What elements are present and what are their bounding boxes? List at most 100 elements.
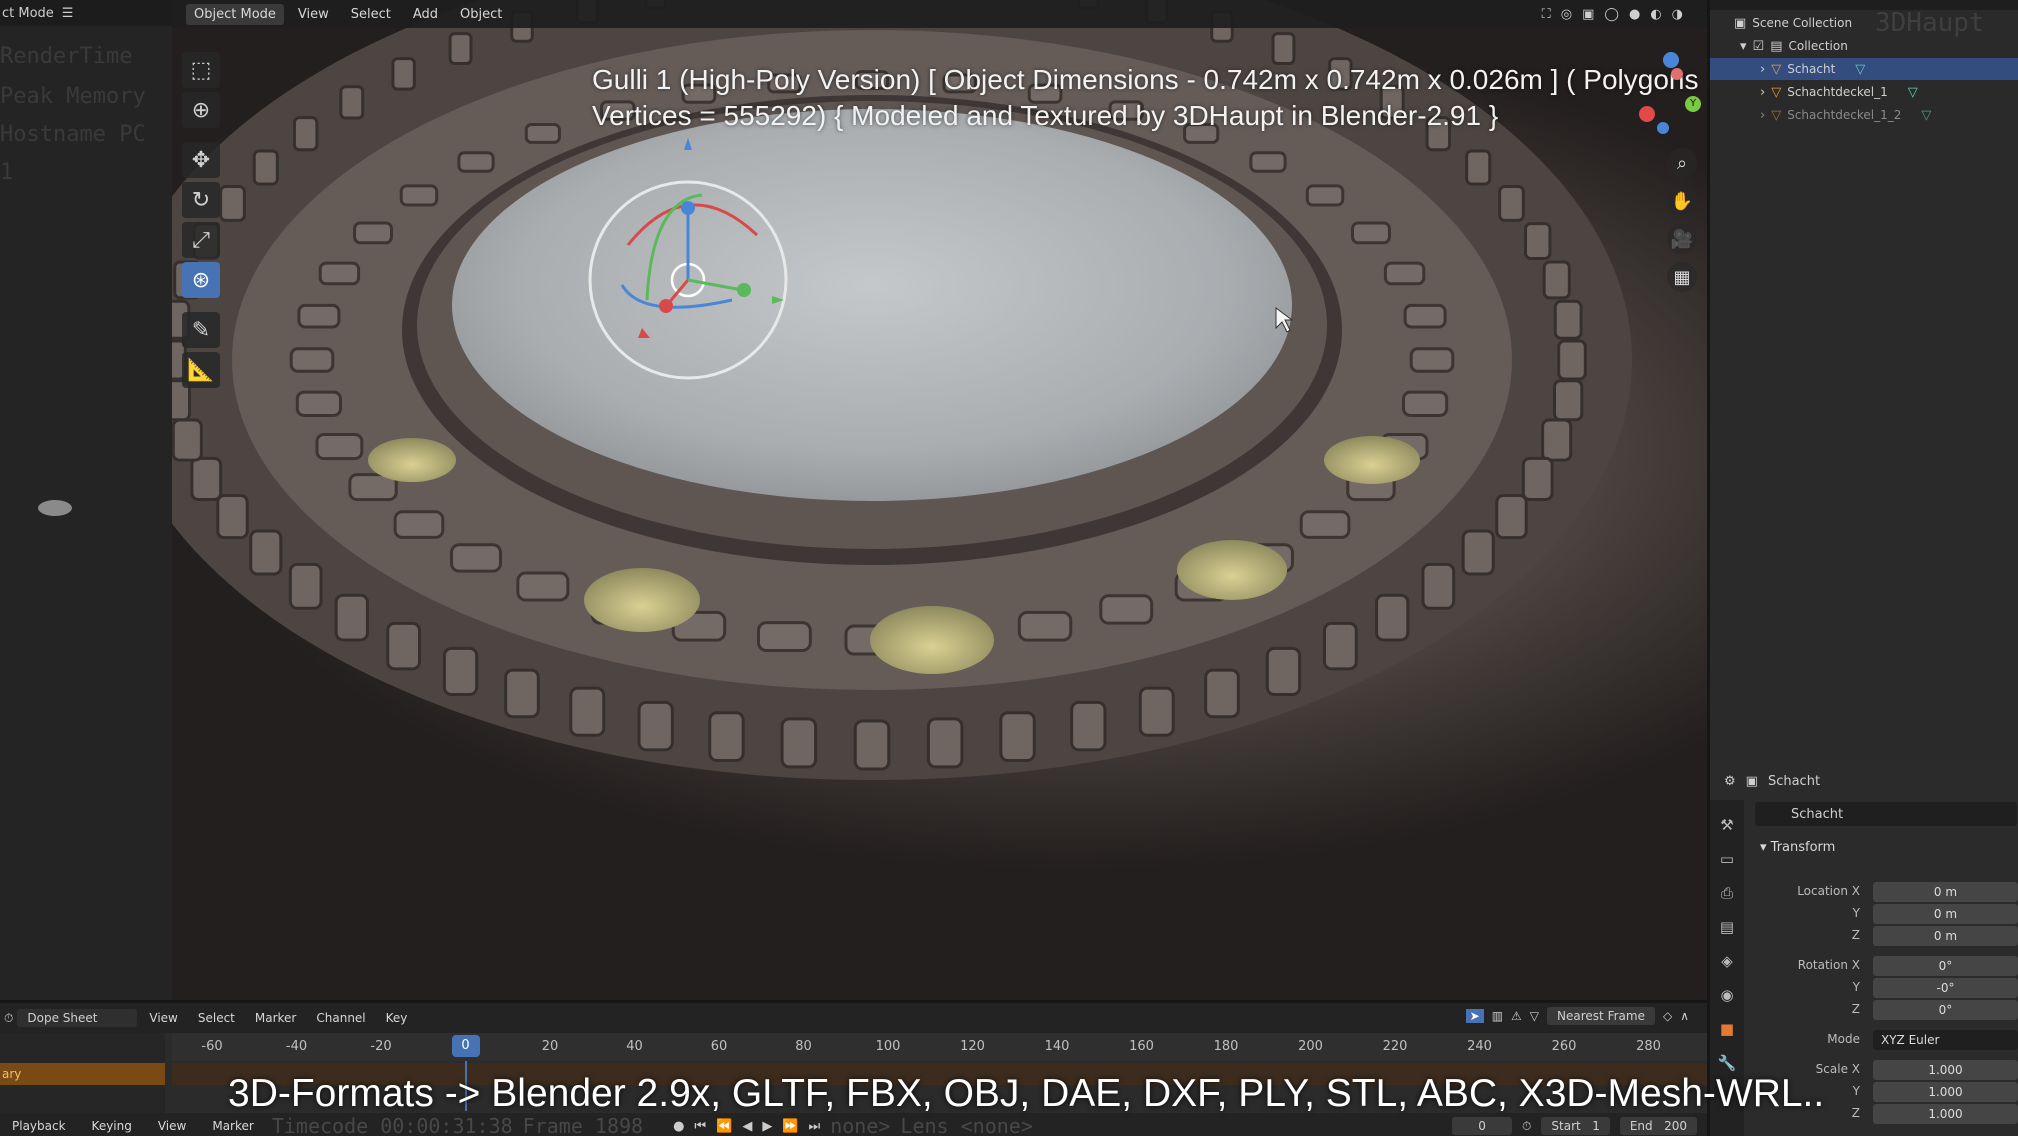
scene-tab-icon[interactable]: ◈ — [1716, 950, 1738, 972]
checkbox-icon[interactable]: ☑ — [1753, 39, 1765, 54]
modifier-tab-icon[interactable]: 🔧 — [1716, 1052, 1738, 1074]
wireframe-shading-icon[interactable]: ◯ — [1604, 7, 1619, 22]
tl-channel-menu[interactable]: Channel — [308, 1008, 373, 1028]
rim-rib — [1521, 456, 1554, 502]
footer-view-menu[interactable]: View — [150, 1116, 194, 1136]
keying-menu[interactable]: Keying — [84, 1116, 140, 1136]
errors-toggle-icon[interactable]: ⚠ — [1511, 1009, 1522, 1023]
scale-z-field[interactable]: 1.000 — [1873, 1104, 2018, 1124]
zoom-icon[interactable]: ⌕ — [1667, 148, 1697, 178]
jump-end-icon[interactable]: ⏭ — [809, 1119, 821, 1134]
only-selected-icon[interactable]: ➤ — [1465, 1009, 1484, 1023]
outliner-row-collection[interactable]: ▾ ☑ ▤ Collection — [1710, 35, 2018, 57]
snap-mode-dropdown[interactable]: Nearest Frame — [1547, 1007, 1655, 1025]
dope-sheet-mode-dropdown[interactable]: Dope Sheet — [17, 1009, 138, 1027]
navigation-gizmo[interactable]: Y — [1627, 52, 1707, 142]
object-mode-dropdown[interactable]: Object Mode — [186, 3, 284, 25]
record-icon[interactable]: ● — [673, 1119, 684, 1134]
dope-sheet-editor-icon[interactable]: ⏱ — [4, 1011, 13, 1026]
rotation-mode-dropdown[interactable]: XYZ Euler — [1873, 1030, 2018, 1050]
object-tab-icon[interactable]: ■ — [1716, 1018, 1738, 1040]
location-x-field[interactable]: 0 m — [1873, 882, 2018, 902]
jump-start-icon[interactable]: ⏮ — [694, 1119, 706, 1134]
rim-rib — [1421, 562, 1456, 610]
object-name-field[interactable]: Schacht — [1755, 802, 2017, 826]
select-box-tool-icon[interactable]: ⬚ — [182, 52, 220, 88]
hidden-toggle-icon[interactable]: ▥ — [1492, 1009, 1503, 1023]
frame-tick-label: -60 — [201, 1039, 223, 1054]
render-tab-icon[interactable]: ▭ — [1716, 848, 1738, 870]
hamburger-menu-icon[interactable]: ☰ — [62, 6, 74, 21]
add-menu[interactable]: Add — [405, 4, 446, 25]
formats-caption: 3D-Formats -> Blender 2.9x, GLTF, FBX, O… — [228, 1072, 1825, 1115]
frame-ruler[interactable]: -60 -40 -20 0 20 40 60 80 100 120 140 160 180 200 220 2… — [172, 1033, 1707, 1061]
location-z-field[interactable]: 0 m — [1873, 926, 2018, 946]
rendered-shading-icon[interactable]: ◑ — [1672, 7, 1683, 22]
pan-hand-icon[interactable]: ✋ — [1667, 186, 1697, 216]
solid-shading-icon[interactable]: ● — [1629, 7, 1640, 22]
gizmo-toggle-icon[interactable]: ⛶ — [1542, 7, 1551, 22]
overlay-toggle-icon[interactable]: ◎ — [1561, 7, 1572, 22]
current-frame-indicator[interactable]: 0 — [451, 1035, 480, 1057]
location-y-field[interactable]: 0 m — [1873, 904, 2018, 924]
falloff-icon[interactable]: ∧ — [1680, 1009, 1689, 1023]
tl-view-menu[interactable]: View — [141, 1008, 185, 1028]
scale-x-field[interactable]: 1.000 — [1873, 1060, 2018, 1080]
rotation-z-field[interactable]: 0° — [1873, 1000, 2018, 1020]
end-frame-field[interactable]: End 200 — [1619, 1117, 1697, 1135]
select-menu[interactable]: Select — [343, 4, 399, 25]
move-tool-icon[interactable]: ✥ — [182, 142, 220, 178]
properties-editor-icon[interactable]: ⚙ — [1724, 774, 1736, 789]
y-axis-dot[interactable]: Y — [1685, 96, 1701, 112]
neg-z-axis-dot[interactable] — [1657, 122, 1669, 134]
rotation-y-field[interactable]: -0° — [1873, 978, 2018, 998]
view-menu[interactable]: View — [290, 4, 337, 25]
outliner-row-schachtdeckel-1-2[interactable]: › ▽ Schachtdeckel_1_2 ▽ — [1710, 104, 2018, 126]
stopwatch-icon[interactable]: ⏱ — [1522, 1119, 1531, 1134]
scale-y-field[interactable]: 1.000 — [1873, 1082, 2018, 1102]
summary-channel[interactable]: ary — [0, 1063, 165, 1085]
camera-view-icon[interactable]: 🎥 — [1667, 224, 1697, 254]
x-axis-dot[interactable] — [1639, 106, 1655, 122]
scale-tool-icon[interactable]: ⤢ — [182, 222, 220, 258]
z-axis-dot[interactable] — [1663, 52, 1679, 68]
output-tab-icon[interactable]: ⎙ — [1716, 882, 1738, 904]
current-frame-field[interactable]: 0 — [1452, 1117, 1513, 1135]
footer-marker-menu[interactable]: Marker — [204, 1116, 261, 1136]
next-key-icon[interactable]: ⏩ — [782, 1119, 798, 1134]
cover-bump — [450, 543, 502, 573]
rotate-tool-icon[interactable]: ↻ — [182, 182, 220, 218]
outliner-row-schacht[interactable]: › ▽ Schacht ▽ — [1710, 58, 2018, 80]
proportional-edit-icon[interactable]: ◇ — [1663, 1009, 1672, 1023]
transform-tool-icon[interactable]: ⊛ — [182, 262, 220, 298]
3d-viewport[interactable]: Object Mode View Select Add Object ⛶ ◎ ▣… — [172, 0, 1707, 1000]
prev-key-icon[interactable]: ⏪ — [716, 1119, 732, 1134]
start-frame-field[interactable]: Start 1 — [1541, 1117, 1610, 1135]
transform-section-title[interactable]: ▾ Transform — [1760, 840, 1835, 855]
ortho-grid-icon[interactable]: ▦ — [1667, 262, 1697, 292]
tool-tab-icon[interactable]: ⚒ — [1716, 814, 1738, 836]
object-menu[interactable]: Object — [452, 4, 510, 25]
left-panel-header: ct Mode ☰ — [0, 0, 172, 26]
world-tab-icon[interactable]: ◉ — [1716, 984, 1738, 1006]
annotate-tool-icon[interactable]: ✎ — [182, 312, 220, 348]
cover-bump — [289, 347, 335, 373]
outliner-row-schachtdeckel-1[interactable]: › ▽ Schachtdeckel_1 ▽ — [1710, 81, 2018, 103]
filter-icon[interactable]: ▽ — [1530, 1009, 1539, 1023]
playback-menu[interactable]: Playback — [4, 1116, 74, 1136]
cursor-tool-icon[interactable]: ⊕ — [182, 92, 220, 128]
play-reverse-icon[interactable]: ◀ — [742, 1119, 752, 1134]
play-icon[interactable]: ▶ — [762, 1119, 772, 1134]
material-shading-icon[interactable]: ◐ — [1650, 7, 1661, 22]
view-layer-tab-icon[interactable]: ▤ — [1716, 916, 1738, 938]
rotation-x-field[interactable]: 0° — [1873, 956, 2018, 976]
measure-tool-icon[interactable]: 📐 — [182, 352, 220, 388]
tl-marker-menu[interactable]: Marker — [247, 1008, 304, 1028]
neg-x-axis-dot[interactable] — [1671, 68, 1683, 80]
xray-toggle-icon[interactable]: ▣ — [1582, 7, 1594, 22]
rim-rib — [172, 418, 203, 462]
tl-select-menu[interactable]: Select — [190, 1008, 243, 1028]
tl-key-menu[interactable]: Key — [378, 1008, 416, 1028]
peak-memory-text: Peak Memory — [0, 84, 146, 109]
interaction-mode-label[interactable]: ct Mode — [2, 6, 54, 21]
